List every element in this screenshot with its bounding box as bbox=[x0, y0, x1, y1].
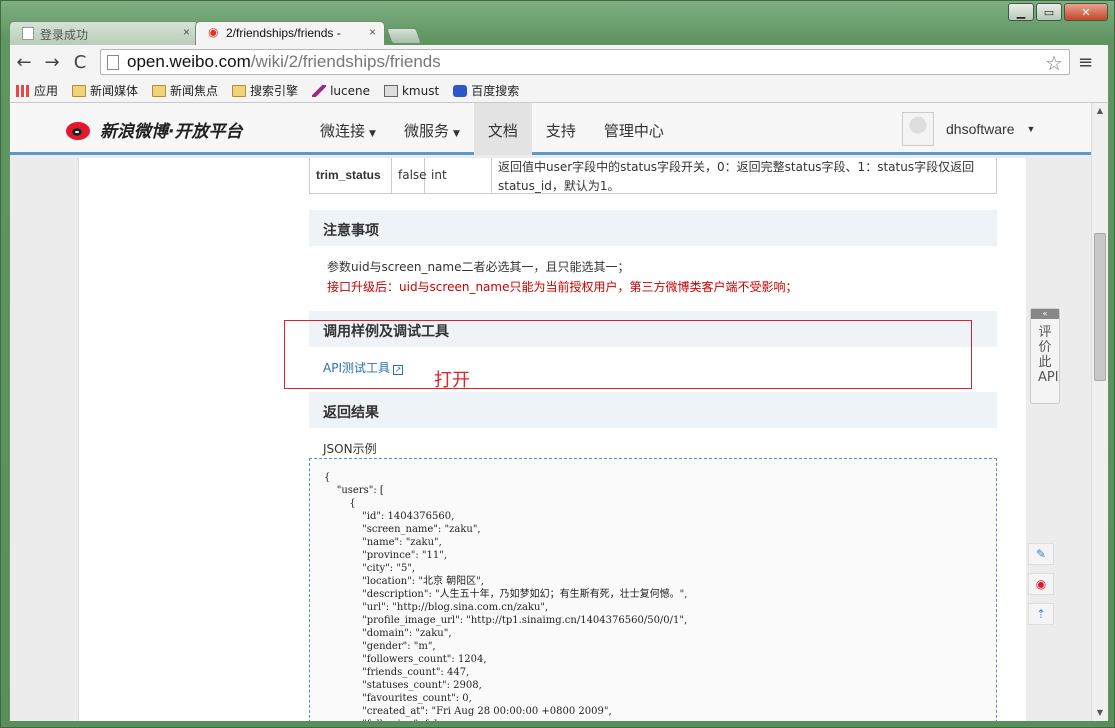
rate-api-label: 评价此API bbox=[1038, 325, 1059, 385]
chevron-down-icon: ▼ bbox=[369, 129, 376, 139]
kmust-icon bbox=[383, 84, 398, 97]
forward-icon[interactable]: → bbox=[38, 52, 66, 73]
bookmark-baidu[interactable]: 百度搜索 bbox=[453, 82, 519, 99]
collapse-icon[interactable]: « bbox=[1031, 309, 1059, 319]
browser-toolbar: ← → C open.weibo.com/wiki/2/friendships/… bbox=[9, 45, 1109, 79]
bookmarks-bar: 应用 新闻媒体 新闻焦点 搜索引擎 lucene kmust 百度搜索 bbox=[9, 79, 1109, 103]
tab-title: 2/friendships/friends - bbox=[226, 26, 341, 40]
site-nav: 微连接 ▼ 微服务 ▼ 文档 支持 管理中心 bbox=[306, 103, 678, 155]
edit-icon[interactable]: ✎ bbox=[1028, 543, 1054, 565]
reload-icon[interactable]: C bbox=[66, 52, 94, 73]
chevron-down-icon: ▼ bbox=[452, 129, 460, 139]
main-content: trim_status false int 返回值中user字段中的status… bbox=[78, 158, 1026, 721]
bookmark-kmust[interactable]: kmust bbox=[383, 83, 440, 98]
logo-text: 新浪微博·开放平台 bbox=[100, 122, 243, 142]
page-scrollbar[interactable]: ▲ ▼ bbox=[1091, 103, 1108, 721]
result-heading: 返回结果 bbox=[309, 392, 997, 428]
tab-close-icon[interactable]: × bbox=[183, 25, 190, 39]
back-icon[interactable]: ← bbox=[10, 52, 38, 73]
feather-icon bbox=[312, 84, 327, 97]
param-row-trim-status: trim_status false int 返回值中user字段中的status… bbox=[309, 158, 997, 194]
browser-window: ▁ ▭ ✕ 登录成功 × ◉ 2/friendships/friends - ×… bbox=[0, 0, 1115, 728]
bookmark-label: 新闻焦点 bbox=[170, 84, 219, 98]
param-description: 返回值中user字段中的status字段开关，0：返回完整status字段、1：… bbox=[498, 160, 975, 193]
bookmark-label: 应用 bbox=[34, 84, 59, 98]
rate-api-widget[interactable]: « 评价此API bbox=[1030, 308, 1060, 404]
nav-label: 文档 bbox=[487, 122, 518, 140]
bookmark-label: lucene bbox=[330, 83, 370, 98]
bookmark-label: 百度搜索 bbox=[471, 84, 520, 98]
side-tools: ✎ ◉ ⇡ bbox=[1028, 543, 1054, 625]
bookmark-search-engines[interactable]: 搜索引擎 bbox=[232, 82, 298, 99]
minimize-button[interactable]: ▁ bbox=[1008, 3, 1034, 21]
tab-title: 登录成功 bbox=[40, 28, 89, 42]
new-tab-button[interactable] bbox=[386, 28, 422, 44]
window-controls: ▁ ▭ ✕ bbox=[1008, 3, 1108, 21]
username: dhsoftware bbox=[946, 121, 1015, 137]
param-name: trim_status bbox=[310, 158, 392, 193]
bookmark-label: kmust bbox=[401, 83, 440, 98]
back-to-top-icon[interactable]: ⇡ bbox=[1028, 603, 1054, 625]
bookmark-label: 新闻媒体 bbox=[90, 84, 139, 98]
nav-micro-connect[interactable]: 微连接 ▼ bbox=[306, 103, 390, 155]
notice-heading: 注意事项 bbox=[309, 210, 997, 246]
browser-menu-icon[interactable]: ≡ bbox=[1078, 52, 1093, 73]
address-bar[interactable]: open.weibo.com/wiki/2/friendships/friend… bbox=[100, 49, 1070, 75]
nav-docs[interactable]: 文档 bbox=[473, 103, 532, 155]
scroll-down-icon[interactable]: ▼ bbox=[1092, 705, 1108, 721]
param-required: false bbox=[392, 158, 427, 193]
url-path: /wiki/2/friendships/friends bbox=[250, 52, 441, 71]
nav-micro-service[interactable]: 微服务 ▼ bbox=[390, 103, 474, 155]
folder-icon bbox=[152, 84, 167, 97]
user-menu[interactable]: dhsoftware ▼ bbox=[902, 112, 1035, 146]
notice-line-2: 接口升级后：uid与screen_name只能为当前授权用户，第三方微博类客户端… bbox=[327, 280, 798, 294]
bookmark-label: 搜索引擎 bbox=[250, 84, 299, 98]
url-host: open.weibo.com bbox=[127, 52, 251, 71]
bookmark-lucene[interactable]: lucene bbox=[312, 84, 370, 98]
close-window-button[interactable]: ✕ bbox=[1064, 3, 1108, 21]
tab-close-icon[interactable]: × bbox=[369, 25, 376, 39]
notice-line-1: 参数uid与screen_name二者必选其一，且只能选其一； bbox=[327, 260, 630, 274]
weibo-eye-icon bbox=[66, 118, 96, 142]
tab-strip: 登录成功 × ◉ 2/friendships/friends - × bbox=[9, 21, 422, 45]
scroll-thumb[interactable] bbox=[1094, 233, 1106, 381]
weibo-logo[interactable]: 新浪微博·开放平台 bbox=[66, 117, 242, 142]
site-header: 新浪微博·开放平台 微连接 ▼ 微服务 ▼ 文档 支持 管理中心 dhsoftwar… bbox=[10, 103, 1093, 155]
json-example-label: JSON示例 bbox=[323, 442, 377, 456]
nav-support[interactable]: 支持 bbox=[532, 103, 590, 155]
page-icon bbox=[22, 27, 34, 40]
bookmark-news-media[interactable]: 新闻媒体 bbox=[72, 82, 138, 99]
avatar bbox=[902, 112, 934, 146]
tab-friendships-friends[interactable]: ◉ 2/friendships/friends - × bbox=[195, 21, 385, 45]
baidu-paw-icon bbox=[453, 84, 468, 97]
weibo-share-icon[interactable]: ◉ bbox=[1028, 573, 1054, 595]
page-viewport: 新浪微博·开放平台 微连接 ▼ 微服务 ▼ 文档 支持 管理中心 dhsoftwar… bbox=[9, 103, 1109, 721]
param-type: int bbox=[425, 158, 492, 193]
maximize-button[interactable]: ▭ bbox=[1036, 3, 1062, 21]
bookmark-news-focus[interactable]: 新闻焦点 bbox=[152, 82, 218, 99]
scroll-up-icon[interactable]: ▲ bbox=[1092, 103, 1108, 119]
nav-admin-center[interactable]: 管理中心 bbox=[590, 103, 678, 155]
chevron-down-icon: ▼ bbox=[1026, 124, 1036, 134]
page-icon bbox=[107, 54, 119, 70]
folder-icon bbox=[232, 84, 247, 97]
folder-icon bbox=[72, 84, 87, 97]
nav-label: 支持 bbox=[545, 122, 576, 140]
nav-label: 微连接 bbox=[320, 122, 366, 140]
weibo-favicon-icon: ◉ bbox=[208, 25, 219, 39]
bookmark-star-icon[interactable]: ☆ bbox=[1045, 51, 1063, 76]
bookmark-apps[interactable]: 应用 bbox=[16, 82, 58, 99]
annotation-red-box bbox=[284, 320, 972, 389]
nav-label: 微服务 bbox=[403, 122, 449, 140]
apps-icon bbox=[16, 84, 30, 97]
json-example-code: { "users": [ { "id": 1404376560, "screen… bbox=[309, 458, 997, 721]
nav-label: 管理中心 bbox=[603, 122, 664, 140]
tab-login-success[interactable]: 登录成功 × bbox=[9, 21, 199, 45]
